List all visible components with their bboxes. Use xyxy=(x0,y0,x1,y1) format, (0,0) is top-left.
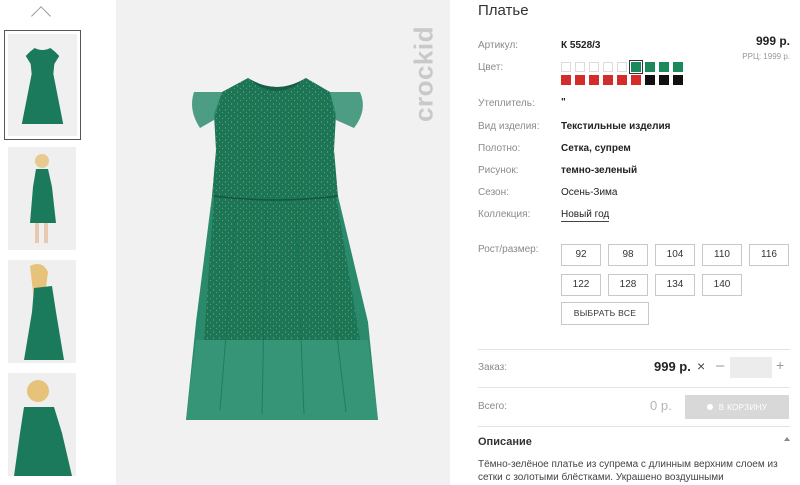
size-option-134[interactable]: 134 xyxy=(655,274,695,296)
thumbnail-girl-side[interactable] xyxy=(8,260,76,363)
color-swatch-white[interactable] xyxy=(603,62,613,72)
color-swatch-white[interactable] xyxy=(589,62,599,72)
thumbnail-girl-front[interactable] xyxy=(8,147,76,250)
collection-label: Коллекция: xyxy=(478,209,531,220)
quantity-input[interactable] xyxy=(730,357,772,378)
divider xyxy=(478,349,790,350)
size-option-122[interactable]: 122 xyxy=(561,274,601,296)
caret-up-icon[interactable] xyxy=(784,437,790,441)
color-swatch-black[interactable] xyxy=(673,75,683,85)
rrc-price: РРЦ: 1999 р. xyxy=(742,52,790,61)
girl-closeup-image xyxy=(8,373,76,476)
color-swatch-red[interactable] xyxy=(561,75,571,85)
size-option-98[interactable]: 98 xyxy=(608,244,648,266)
fabric-label: Полотно: xyxy=(478,143,521,154)
color-swatch-red[interactable] xyxy=(575,75,585,85)
product-info-panel: Платье 999 р. РРЦ: 1999 р. Артикул: К 55… xyxy=(478,0,800,485)
pattern-label: Рисунок: xyxy=(478,165,519,176)
size-option-92[interactable]: 92 xyxy=(561,244,601,266)
total-label: Всего: xyxy=(478,401,507,412)
season-value: Осень-Зима xyxy=(561,187,618,198)
divider xyxy=(478,387,790,388)
dress-thumbnail-image xyxy=(8,34,77,136)
insulation-label: Утеплитель: xyxy=(478,98,535,109)
color-swatch-green[interactable] xyxy=(645,62,655,72)
color-swatch-white[interactable] xyxy=(561,62,571,72)
size-option-128[interactable]: 128 xyxy=(608,274,648,296)
color-swatch-green[interactable] xyxy=(629,60,643,74)
description-title[interactable]: Описание xyxy=(478,436,532,448)
thumbnail-column xyxy=(0,0,90,485)
cart-dot-icon xyxy=(706,404,713,411)
dress-illustration xyxy=(186,78,378,420)
color-label: Цвет: xyxy=(478,62,504,73)
size-option-110[interactable]: 110 xyxy=(702,244,742,266)
fabric-value: Сетка, супрем xyxy=(561,143,631,154)
order-label: Заказ: xyxy=(478,362,508,373)
main-product-image[interactable] xyxy=(116,0,450,485)
girl-side-image xyxy=(8,260,76,363)
size-option-140[interactable]: 140 xyxy=(702,274,742,296)
divider xyxy=(478,426,790,427)
add-to-cart-button[interactable]: В КОРЗИНУ xyxy=(685,395,789,419)
pattern-value: темно-зеленый xyxy=(561,165,638,176)
article-value: К 5528/3 xyxy=(561,40,601,51)
color-swatch-green[interactable] xyxy=(659,62,669,72)
insulation-value: " xyxy=(561,97,566,108)
girl-front-image xyxy=(8,147,76,250)
color-swatch-green[interactable] xyxy=(673,62,683,72)
collection-link[interactable]: Новый год xyxy=(561,209,610,222)
size-option-104[interactable]: 104 xyxy=(655,244,695,266)
color-swatch-black[interactable] xyxy=(659,75,669,85)
thumbnail-girl-closeup[interactable] xyxy=(8,373,76,476)
description-text: Тёмно-зелёное платье из супрема с длинны… xyxy=(478,459,778,483)
article-label: Артикул: xyxy=(478,40,519,51)
item-type-label: Вид изделия: xyxy=(478,121,540,132)
brand-logo: crockid xyxy=(404,14,444,134)
color-swatch-black[interactable] xyxy=(645,75,655,85)
color-swatch-white[interactable] xyxy=(575,62,585,72)
item-type-value: Текстильные изделия xyxy=(561,121,671,132)
add-to-cart-label: В КОРЗИНУ xyxy=(718,402,768,412)
size-label: Рост/размер: xyxy=(478,244,539,255)
color-swatch-red[interactable] xyxy=(603,75,613,85)
brand-logo-text: crockid xyxy=(408,26,439,122)
price: 999 р. xyxy=(755,34,790,48)
product-title: Платье xyxy=(478,2,529,19)
times-icon: × xyxy=(697,358,706,374)
color-swatch-red[interactable] xyxy=(617,75,627,85)
color-swatch-red[interactable] xyxy=(631,75,641,85)
color-swatch-white[interactable] xyxy=(617,62,627,72)
increase-quantity-button[interactable]: + xyxy=(776,357,784,373)
color-swatch-red[interactable] xyxy=(589,75,599,85)
chevron-up-icon[interactable] xyxy=(31,6,51,26)
decrease-quantity-button[interactable]: – xyxy=(716,357,724,374)
thumbnail-dress-front[interactable] xyxy=(4,30,81,140)
select-all-sizes-button[interactable]: ВЫБРАТЬ ВСЕ xyxy=(561,302,649,325)
season-label: Сезон: xyxy=(478,187,509,198)
order-price: 999 р. xyxy=(654,359,691,374)
size-option-116[interactable]: 116 xyxy=(749,244,789,266)
total-price: 0 р. xyxy=(650,398,672,413)
